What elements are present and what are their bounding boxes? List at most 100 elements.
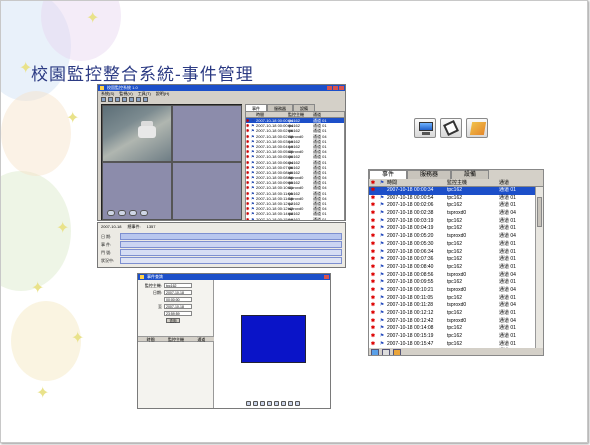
play-button[interactable]: [118, 210, 126, 216]
close-button[interactable]: [324, 275, 329, 279]
main-window-titlebar[interactable]: 校園監控系統 1.0: [98, 85, 345, 91]
menu-help[interactable]: 說明(H): [156, 91, 170, 96]
prev-button[interactable]: [246, 401, 251, 406]
table-row[interactable]: ✱ ⚑ 2007-10-18 00:02:06 tpc162 通道 01: [369, 202, 537, 210]
column-host[interactable]: 監控主機: [288, 112, 313, 117]
column-time[interactable]: 時間: [387, 179, 447, 186]
event-time: 2007-10-18 00:09:55: [387, 279, 434, 286]
pause-button[interactable]: [260, 401, 265, 406]
timeline-track[interactable]: [120, 233, 342, 240]
menu-tools[interactable]: 工具(T): [138, 91, 151, 96]
event-icon: ⚑: [379, 325, 385, 332]
preview-playback-controls: [246, 401, 300, 406]
event-icon: ⚑: [379, 210, 385, 217]
camera-view-4[interactable]: [172, 162, 242, 220]
event-channel: 通道 01: [313, 216, 327, 221]
toolbar-button[interactable]: [143, 97, 148, 102]
table-row[interactable]: ✱ ⚑ 2007-10-18 00:12:12 tpc162 通道 01: [369, 310, 537, 318]
start-date-field[interactable]: 2007-10-18: [164, 290, 192, 295]
alert-icon: ✱: [370, 271, 376, 278]
event-host: tpc162: [447, 217, 463, 224]
column-time[interactable]: 時間: [256, 112, 288, 117]
table-row[interactable]: ✱ ⚑ 2007-10-18 00:15:19 tpc162 通道 01: [246, 216, 344, 221]
column-time[interactable]: 時間: [138, 337, 163, 342]
folder-icon[interactable]: [466, 118, 488, 138]
table-row[interactable]: ✱ ⚑ 2007-10-18 00:04:19 tpc162 通道 01: [369, 225, 537, 233]
monitor-icon[interactable]: [414, 118, 436, 138]
main-window: 校園監控系統 1.0 系統(S) 監視(V) 工具(T) 說明(H) 事件 服務…: [97, 84, 346, 221]
toolbar-button[interactable]: [108, 97, 113, 102]
table-row[interactable]: ✱ ⚑ 2007-10-18 00:10:21 tsproxd0 通道 04: [369, 287, 537, 295]
table-row[interactable]: ✱ ⚑ 2007-10-18 00:14:08 tpc162 通道 01: [369, 325, 537, 333]
folder-icon[interactable]: [393, 349, 401, 355]
column-channel[interactable]: 通道: [189, 337, 214, 342]
vertical-scrollbar[interactable]: [535, 187, 543, 348]
tab-servers[interactable]: 服務器: [407, 170, 452, 179]
alert-icon: ✱: [370, 217, 376, 224]
zoom-out-button[interactable]: [288, 401, 293, 406]
tab-events[interactable]: 事件: [369, 170, 408, 179]
end-date-field[interactable]: 2007-10-18: [164, 304, 192, 309]
play-button[interactable]: [253, 401, 258, 406]
close-button[interactable]: [339, 86, 344, 90]
zoom-in-button[interactable]: [281, 401, 286, 406]
timeline-date: 2007-10-18: [101, 224, 122, 229]
toolbar-button[interactable]: [122, 97, 127, 102]
event-channel: 通道 04: [499, 302, 516, 309]
camera-icon[interactable]: [382, 349, 390, 355]
table-row[interactable]: ✱ ⚑ 2007-10-18 00:05:20 tsproxd0 通道 04: [369, 233, 537, 241]
end-time-field[interactable]: 23:59:59: [164, 311, 192, 316]
tab-servers[interactable]: 服務器: [267, 104, 293, 111]
snapshot-button[interactable]: [295, 401, 300, 406]
timeline-track[interactable]: [120, 249, 342, 256]
toolbar-button[interactable]: [101, 97, 106, 102]
host-select[interactable]: tpc162: [164, 283, 192, 288]
camera-view-1[interactable]: [102, 105, 172, 162]
tab-devices[interactable]: 設備: [451, 170, 490, 179]
event-icon: ⚑: [379, 233, 385, 240]
menu-system[interactable]: 系統(S): [101, 91, 114, 96]
timeline-track[interactable]: [120, 241, 342, 248]
table-row[interactable]: ✱ ⚑ 2007-10-18 00:08:40 tpc162 通道 01: [369, 264, 537, 272]
table-row[interactable]: ✱ ⚑ 2007-10-18 00:02:38 tsproxd0 通道 04: [369, 210, 537, 218]
star-decoration: ✦: [56, 220, 70, 237]
minimize-button[interactable]: [327, 86, 332, 90]
stop-button[interactable]: [267, 401, 272, 406]
camera-icon[interactable]: [440, 118, 462, 138]
next-button[interactable]: [274, 401, 279, 406]
menu-view[interactable]: 監視(V): [119, 91, 132, 96]
table-row[interactable]: ✱ ⚑ 2007-10-18 00:07:36 tpc162 通道 01: [369, 256, 537, 264]
table-row[interactable]: ✱ ⚑ 2007-10-18 00:00:34 tpc162 通道 01: [369, 187, 537, 195]
table-row[interactable]: ✱ ⚑ 2007-10-18 00:15:19 tpc162 通道 01: [369, 333, 537, 341]
video-preview[interactable]: [241, 315, 306, 363]
start-time-field[interactable]: 00:00:00: [164, 297, 192, 302]
event-host: tpc162: [447, 333, 463, 340]
maximize-button[interactable]: [333, 86, 338, 90]
timeline-total-count: 1357: [146, 224, 156, 229]
event-time: 2007-10-18 00:06:34: [387, 248, 434, 255]
column-host[interactable]: 監控主機: [447, 179, 499, 186]
pause-button[interactable]: [129, 210, 137, 216]
stop-button[interactable]: [140, 210, 148, 216]
toolbar-button[interactable]: [115, 97, 120, 102]
tab-events[interactable]: 事件: [245, 104, 267, 111]
alert-icon: ✱: [370, 279, 376, 286]
toolbar-button[interactable]: [129, 97, 134, 102]
column-channel[interactable]: 通道: [499, 179, 529, 186]
table-row[interactable]: ✱ ⚑ 2007-10-18 00:09:55 tpc162 通道 01: [369, 279, 537, 287]
rewind-button[interactable]: [107, 210, 115, 216]
scrollbar-thumb[interactable]: [537, 197, 542, 227]
event-host: tpc162: [447, 279, 463, 286]
camera-view-2[interactable]: [172, 105, 242, 162]
column-host[interactable]: 監控主機: [163, 337, 188, 342]
toolbar-button[interactable]: [136, 97, 141, 102]
search-button[interactable]: 查詢: [166, 318, 180, 323]
table-row[interactable]: ✱ ⚑ 2007-10-18 00:05:30 tpc162 通道 01: [369, 241, 537, 249]
timeline-track[interactable]: [120, 257, 342, 264]
column-channel[interactable]: 通道: [313, 112, 321, 117]
event-channel: 通道 01: [499, 333, 516, 340]
tab-devices[interactable]: 設備: [293, 104, 315, 111]
table-row[interactable]: ✱ ⚑ 2007-10-18 00:11:28 tsproxd0 通道 04: [369, 302, 537, 310]
monitor-icon[interactable]: [371, 349, 379, 355]
table-row[interactable]: ✱ ⚑ 2007-10-18 00:15:47 tpc162 通道 01: [369, 341, 537, 348]
